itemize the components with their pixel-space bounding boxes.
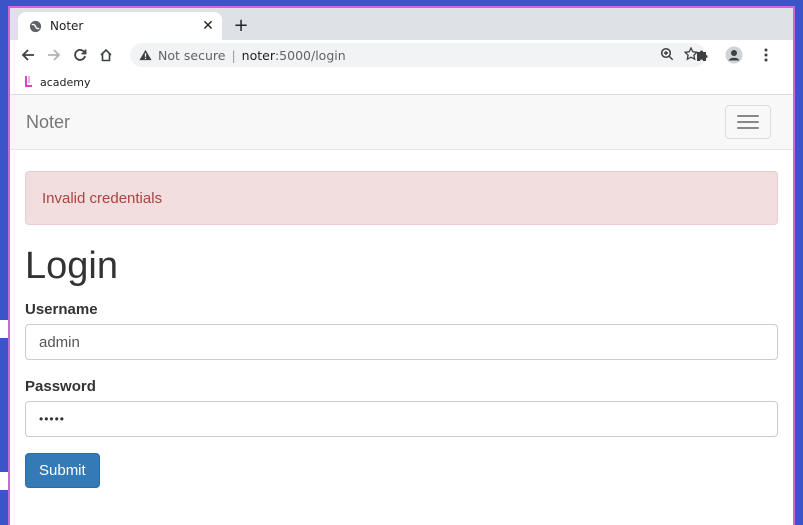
url-host: noter [241, 47, 275, 63]
address-bar[interactable]: Not secure | noter :5000/login [130, 43, 706, 67]
username-label: Username [25, 301, 98, 318]
browser-toolbar: Not secure | noter :5000/login [10, 40, 793, 70]
hamburger-menu-icon[interactable] [725, 105, 771, 139]
password-input[interactable]: ••••• [25, 401, 778, 437]
forward-arrow-icon[interactable] [41, 42, 67, 68]
warning-icon[interactable] [138, 48, 152, 62]
bookmark-academy[interactable]: academy [24, 75, 91, 90]
password-label: Password [25, 378, 96, 395]
browser-tab[interactable]: Noter ✕ [18, 12, 222, 40]
close-tab-icon[interactable]: ✕ [198, 16, 218, 36]
alert-message: Invalid credentials [42, 189, 163, 207]
back-arrow-icon[interactable] [15, 42, 41, 68]
tab-strip: Noter ✕ + [10, 8, 793, 40]
error-alert: Invalid credentials [25, 171, 778, 225]
navbar-brand[interactable]: Noter [26, 112, 70, 133]
extensions-puzzle-icon[interactable] [689, 42, 715, 68]
bookmarks-bar: academy [10, 70, 793, 95]
browser-window: Noter ✕ + Not secure | noter :5000/login [8, 6, 795, 525]
bookmark-label: academy [40, 75, 91, 89]
page-title: Login [25, 245, 118, 287]
profile-avatar-icon[interactable] [721, 42, 747, 68]
globe-icon [28, 19, 42, 33]
url-separator: | [231, 47, 236, 63]
kebab-menu-icon[interactable] [753, 42, 779, 68]
main-content: Invalid credentials Login Username admin… [10, 171, 793, 488]
username-value: admin [39, 333, 80, 351]
bookmark-favicon-icon [24, 75, 34, 90]
reload-icon[interactable] [67, 42, 93, 68]
toolbar-right [689, 42, 779, 68]
submit-button[interactable]: Submit [25, 453, 100, 488]
tab-title: Noter [50, 19, 84, 33]
new-tab-button[interactable]: + [230, 14, 252, 36]
zoom-icon[interactable] [660, 47, 674, 64]
home-icon[interactable] [93, 42, 119, 68]
username-input[interactable]: admin [25, 324, 778, 360]
url-path: :5000/login [274, 47, 346, 63]
site-navbar: Noter [10, 95, 793, 150]
security-status: Not secure [158, 47, 226, 63]
password-value: ••••• [39, 412, 66, 426]
